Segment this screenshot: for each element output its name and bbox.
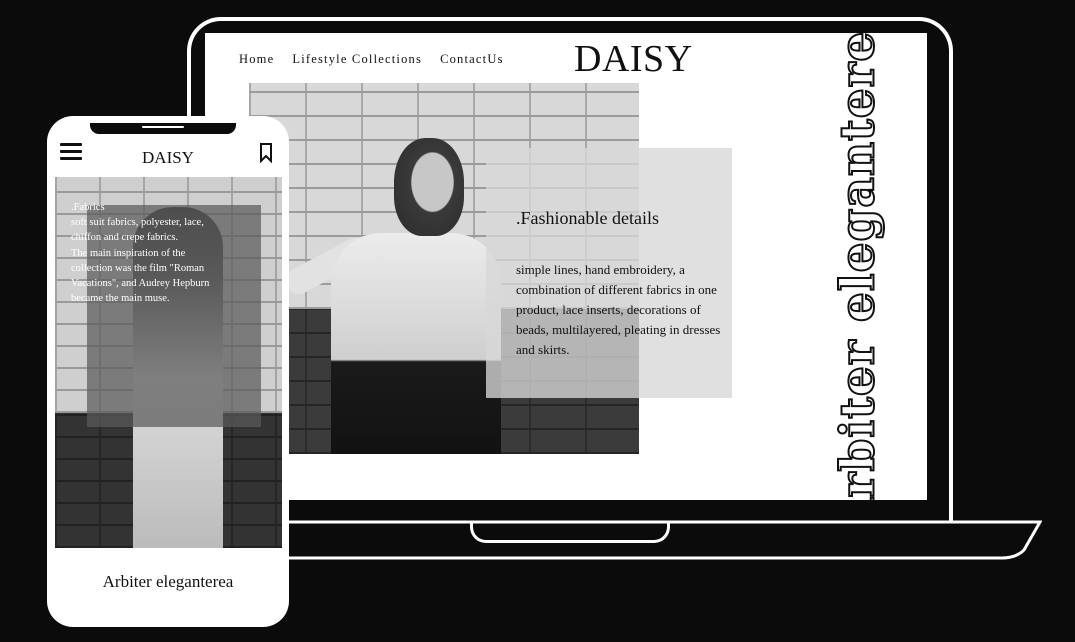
details-text: simple lines, hand embroidery, a combina… xyxy=(516,262,721,357)
phone-frame: DAISY .Fabrics soft suit fabrics, polyes… xyxy=(47,116,289,627)
fabrics-text: .Fabrics soft suit fabrics, polyester, l… xyxy=(71,202,210,305)
nav-home[interactable]: Home xyxy=(239,52,274,67)
phone-notch xyxy=(90,123,236,134)
details-title: .Fashionable details xyxy=(516,208,659,228)
phone-brand-logo[interactable]: DAISY xyxy=(47,148,289,168)
nav-contact-us[interactable]: ContactUs xyxy=(440,52,504,67)
bookmark-icon[interactable] xyxy=(259,143,273,163)
brand-logo[interactable]: DAISY xyxy=(574,37,693,81)
phone-caption: Arbiter eleganterea xyxy=(102,572,234,591)
laptop-trackpad-notch xyxy=(470,521,670,543)
laptop-screen: Home Lifestyle Collections ContactUs DAI… xyxy=(205,33,927,500)
details-panel: .Fashionable details simple lines, hand … xyxy=(486,148,732,398)
nav-lifestyle-collections[interactable]: Lifestyle Collections xyxy=(292,52,422,67)
top-nav: Home Lifestyle Collections ContactUs xyxy=(239,52,504,67)
vertical-tagline-text: Arbiter eleganterea xyxy=(830,33,887,500)
vertical-tagline: Arbiter eleganterea xyxy=(799,33,917,500)
